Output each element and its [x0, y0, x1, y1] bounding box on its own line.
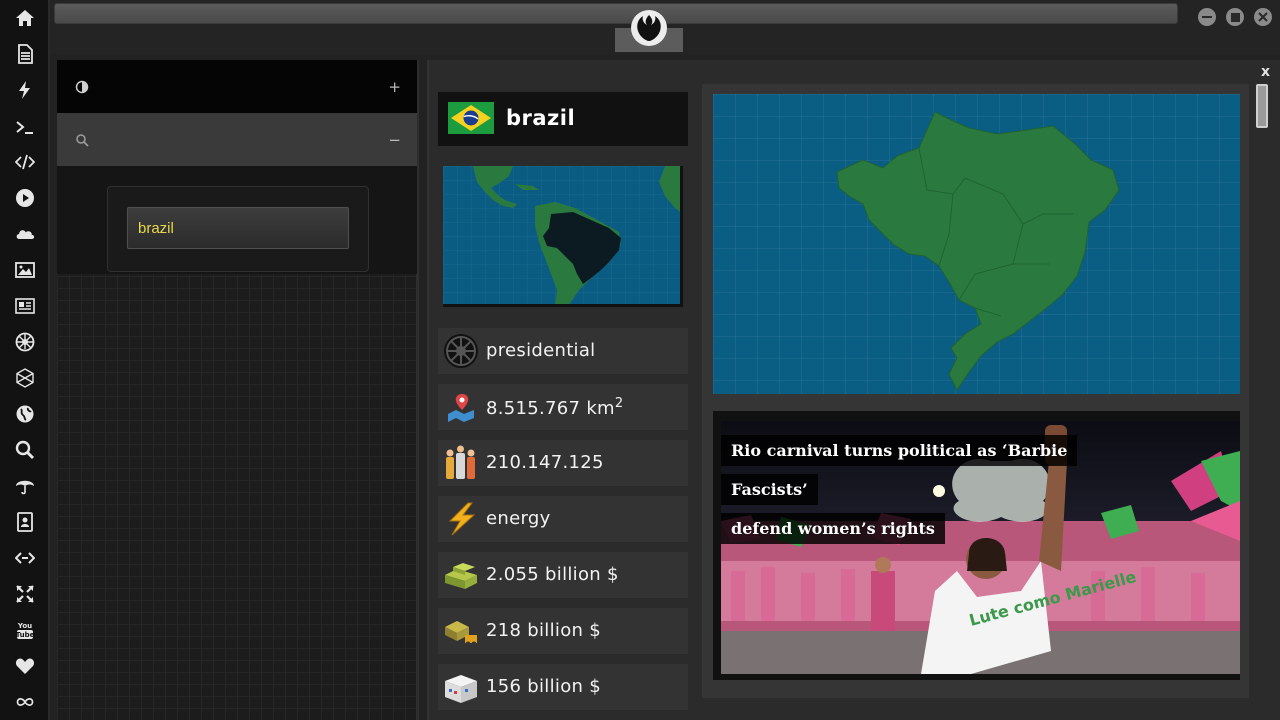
globe-icon[interactable] — [13, 402, 37, 426]
cloud-icon[interactable] — [13, 222, 37, 246]
people-icon — [443, 445, 479, 481]
population-value: 210.147.125 — [486, 452, 604, 473]
search-panel-body — [57, 166, 417, 274]
brazil-flag-icon — [448, 102, 494, 134]
import-row: 156 billion $ — [438, 664, 688, 710]
infinity-icon[interactable] — [13, 690, 37, 714]
terminal-icon[interactable] — [13, 115, 37, 139]
news-card[interactable]: Lute como Marielle Rio carnival turns po… — [713, 411, 1240, 680]
search-card — [107, 186, 369, 272]
youtube-icon[interactable]: You Tube — [13, 618, 37, 642]
cargo-pallet-icon — [443, 613, 479, 649]
scrollbar-thumb[interactable] — [1256, 84, 1268, 128]
map-pin-icon — [443, 389, 479, 425]
icon-rail: You Tube — [0, 0, 50, 720]
headline-line-1: Rio carnival turns political as ‘Barbie … — [721, 435, 1078, 505]
area-exponent: 2 — [614, 396, 624, 411]
boxes-icon — [443, 669, 479, 705]
population-row: 210.147.125 — [438, 440, 688, 486]
headline-line-2: defend women’s rights — [721, 513, 945, 544]
country-header: brazil — [438, 92, 688, 146]
import-value: 156 billion $ — [486, 676, 602, 697]
contacts-icon[interactable] — [13, 510, 37, 534]
country-name: brazil — [506, 106, 576, 130]
close-window-button[interactable] — [1254, 8, 1272, 26]
government-type: presidential — [486, 340, 596, 361]
left-panel: + − — [57, 60, 419, 720]
energy-row: energy — [438, 496, 688, 542]
money-stack-icon — [443, 557, 479, 593]
address-bar[interactable] — [54, 3, 1178, 24]
expand-icon[interactable] — [13, 582, 37, 606]
government-row: presidential — [438, 328, 688, 374]
map-and-news-column: Lute como Marielle Rio carnival turns po… — [702, 84, 1249, 698]
export-value: 218 billion $ — [486, 620, 602, 641]
theme-panel-header[interactable]: + — [57, 60, 417, 113]
collapse-toggle[interactable]: − — [388, 131, 401, 149]
gdp-row: 2.055 billion $ — [438, 552, 688, 598]
document-icon[interactable] — [13, 42, 37, 66]
area-number: 8.515.767 km — [486, 398, 615, 419]
rebel-logo-icon[interactable] — [631, 10, 667, 46]
news-headline[interactable]: Rio carnival turns political as ‘Barbie … — [721, 431, 1121, 548]
code-icon[interactable] — [13, 150, 37, 174]
search-icon — [76, 133, 89, 147]
gdp-value: 2.055 billion $ — [486, 564, 619, 585]
search-panel-header[interactable]: − — [57, 113, 417, 166]
home-icon[interactable] — [13, 6, 37, 30]
lightning-bolt-icon — [443, 501, 479, 537]
play-icon[interactable] — [13, 186, 37, 210]
empire-emblem-icon — [443, 333, 479, 369]
contrast-icon — [75, 80, 89, 93]
lightning-icon[interactable] — [13, 78, 37, 102]
top-bar — [50, 0, 1280, 54]
maximize-button[interactable] — [1226, 8, 1244, 26]
newspaper-icon[interactable] — [13, 294, 37, 318]
country-map[interactable] — [713, 94, 1240, 394]
image-icon[interactable] — [13, 258, 37, 282]
heart-icon[interactable] — [13, 654, 37, 678]
locator-map — [443, 166, 683, 307]
country-search-input[interactable] — [127, 207, 349, 249]
expand-toggle[interactable]: + — [388, 78, 401, 96]
area-value: 8.515.767 km2 — [486, 396, 623, 419]
link-icon[interactable] — [13, 546, 37, 570]
app-window: You Tube + − brazil x brazil presidentia… — [0, 0, 1280, 720]
country-detail-panel: x brazil presidential 8.515.767 km2 210.… — [427, 60, 1280, 720]
svg-text:Tube: Tube — [16, 631, 35, 639]
close-panel-button[interactable]: x — [1261, 64, 1270, 80]
svg-text:You: You — [17, 622, 32, 630]
area-row: 8.515.767 km2 — [438, 384, 688, 430]
hexagon-icon[interactable] — [13, 366, 37, 390]
export-row: 218 billion $ — [438, 608, 688, 654]
umbrella-icon[interactable] — [13, 474, 37, 498]
search-icon[interactable] — [13, 438, 37, 462]
minimize-button[interactable] — [1198, 8, 1216, 26]
energy-label: energy — [486, 508, 551, 529]
empire-icon[interactable] — [13, 330, 37, 354]
